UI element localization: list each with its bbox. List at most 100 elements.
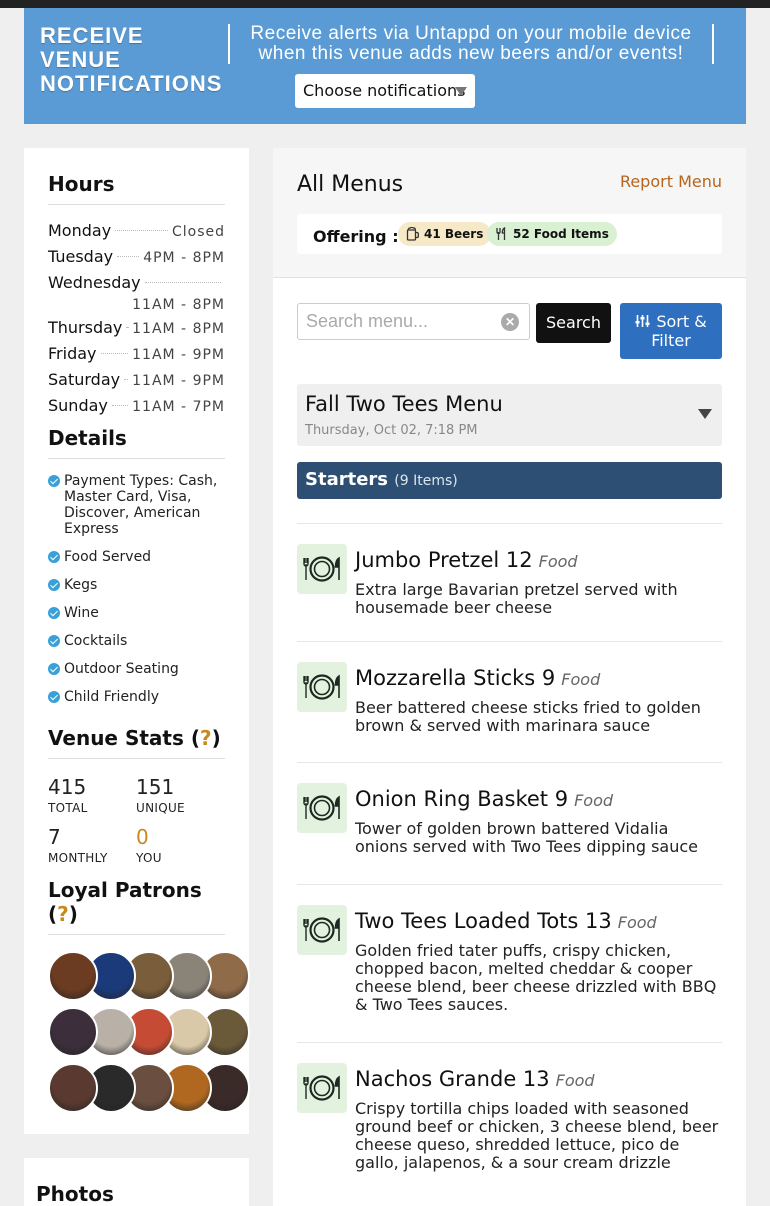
- menu-item[interactable]: Mozzarella Sticks 9 Food Beer battered che…: [297, 641, 722, 762]
- report-menu-link[interactable]: Report Menu: [620, 172, 722, 191]
- hours-day: Wednesday: [48, 273, 141, 292]
- food-badge[interactable]: 52 Food Items: [487, 222, 617, 246]
- sliders-icon: [635, 315, 650, 327]
- fork-knife-icon: [496, 227, 506, 240]
- menu-item[interactable]: Jumbo Pretzel 12 Food Extra large Bavarian…: [297, 523, 722, 641]
- menu-date: Thursday, Oct 02, 7:18 PM: [305, 423, 478, 438]
- hours-time: 11AM - 8PM: [132, 321, 225, 337]
- section-header[interactable]: Starters (9 Items): [297, 462, 722, 499]
- food-icon: [297, 1063, 347, 1113]
- section-name: Starters: [305, 469, 388, 490]
- beers-badge[interactable]: 41 Beers: [398, 222, 492, 246]
- item-type: Food: [555, 1071, 595, 1090]
- item-description: Extra large Bavarian pretzel served with…: [355, 580, 678, 617]
- stat-value: 7: [48, 825, 61, 849]
- menu-item[interactable]: Nachos Grande 13 Food Crispy tortilla chip…: [297, 1042, 722, 1202]
- check-icon: [48, 551, 60, 563]
- patron-avatar[interactable]: [48, 1063, 98, 1113]
- stat-value: 0: [136, 825, 149, 849]
- item-name: Onion Ring Basket 9: [355, 787, 569, 811]
- search-input[interactable]: Search menu... ✕: [297, 303, 530, 340]
- venue-stats-heading: Venue Stats (?): [48, 726, 225, 759]
- hours-time: 11AM - 9PM: [132, 347, 225, 363]
- detail-item: Food Served: [48, 549, 225, 565]
- stat-value: 151: [136, 775, 175, 799]
- item-name: Nachos Grande 13: [355, 1067, 550, 1091]
- stat-you: 0 YOU: [136, 825, 224, 865]
- detail-item: Cocktails: [48, 633, 225, 649]
- search-placeholder: Search menu...: [306, 311, 429, 331]
- detail-label: Payment Types: Cash, Master Card, Visa, …: [64, 473, 218, 537]
- paren: ): [211, 726, 221, 750]
- dotted-leader: [100, 353, 129, 354]
- notification-select[interactable]: Choose notifications: [295, 74, 475, 108]
- item-name: Mozzarella Sticks 9: [355, 666, 556, 690]
- page-title: All Menus: [297, 172, 404, 197]
- chevron-down-icon: [698, 409, 712, 419]
- check-icon: [48, 663, 60, 675]
- detail-item: Kegs: [48, 577, 225, 593]
- item-title: Nachos Grande 13 Food: [355, 1067, 595, 1091]
- stat-value: 415: [48, 775, 87, 799]
- hours-day: Monday: [48, 221, 112, 240]
- hours-section: Hours Monday Closed Tuesday 4PM - 8PM We…: [48, 172, 225, 420]
- dotted-leader: [111, 405, 129, 406]
- venue-stats-title: Venue Stats (: [48, 726, 200, 750]
- sort-filter-label: Sort & Filter: [651, 312, 707, 350]
- dotted-leader: [115, 230, 168, 231]
- food-count: 52 Food Items: [513, 227, 609, 241]
- hours-row: Sunday 11AM - 7PM: [48, 394, 225, 419]
- help-link[interactable]: ?: [57, 902, 69, 926]
- menu-item[interactable]: Two Tees Loaded Tots 13 Food Golden fried …: [297, 884, 722, 1042]
- dotted-leader: [144, 282, 221, 283]
- item-title: Two Tees Loaded Tots 13 Food: [355, 909, 657, 933]
- detail-item: Child Friendly: [48, 689, 225, 705]
- venue-stats-section: Venue Stats (?) 415 TOTAL 151 UNIQUE 7 MONT…: [48, 726, 225, 865]
- detail-label: Food Served: [64, 549, 152, 565]
- detail-label: Wine: [64, 605, 99, 621]
- item-description: Golden fried tater puffs, crispy chicken…: [355, 941, 717, 1014]
- item-type: Food: [574, 791, 614, 810]
- stat-monthly: 7 MONTHLY: [48, 825, 136, 865]
- detail-item: Wine: [48, 605, 225, 621]
- hours-row: Friday 11AM - 9PM: [48, 342, 225, 367]
- patron-avatar[interactable]: [48, 951, 98, 1001]
- check-icon: [48, 475, 60, 487]
- menu-name: Fall Two Tees Menu: [305, 392, 503, 416]
- offering-label: Offering :: [313, 227, 399, 246]
- divider: [712, 24, 714, 64]
- hours-day: Saturday: [48, 370, 121, 389]
- help-link[interactable]: ?: [200, 726, 212, 750]
- details-heading: Details: [48, 426, 225, 459]
- hours-row: Thursday 11AM - 8PM: [48, 316, 225, 341]
- chevron-down-icon: [455, 87, 467, 96]
- hours-time: 11AM - 8PM: [132, 297, 225, 313]
- menu-item[interactable]: Onion Ring Basket 9 Food Tower of golden b…: [297, 762, 722, 884]
- sort-filter-button[interactable]: Sort & Filter: [620, 303, 722, 359]
- top-nav-bar: [0, 0, 770, 8]
- section-count: (9 Items): [394, 473, 458, 489]
- clear-icon[interactable]: ✕: [501, 313, 519, 331]
- hours-day: Friday: [48, 344, 97, 363]
- beers-count: 41 Beers: [424, 227, 484, 241]
- item-title: Onion Ring Basket 9 Food: [355, 787, 613, 811]
- hours-time: Closed: [171, 224, 225, 240]
- hours-time: 11AM - 9PM: [132, 373, 225, 389]
- food-icon: [297, 905, 347, 955]
- item-description: Crispy tortilla chips loaded with season…: [355, 1099, 719, 1172]
- food-icon: [297, 662, 347, 712]
- search-button[interactable]: Search: [536, 303, 611, 343]
- stat-label: MONTHLY: [48, 851, 108, 865]
- menu-header: All Menus Report Menu Offering : 41 Beer…: [273, 148, 746, 278]
- beer-mug-icon: [406, 227, 419, 241]
- detail-label: Child Friendly: [64, 689, 159, 705]
- hours-day: Sunday: [48, 396, 108, 415]
- stat-total: 415 TOTAL: [48, 775, 136, 815]
- hours-time: 11AM - 7PM: [132, 399, 225, 415]
- menu-selector[interactable]: Fall Two Tees Menu Thursday, Oct 02, 7:1…: [297, 384, 722, 446]
- hours-row: Saturday 11AM - 9PM: [48, 368, 225, 393]
- check-icon: [48, 635, 60, 647]
- loyal-patrons-section: Loyal Patrons (?): [48, 878, 250, 1119]
- details-section: Details Payment Types: Cash, Master Card…: [48, 426, 225, 717]
- patron-avatar[interactable]: [48, 1007, 98, 1057]
